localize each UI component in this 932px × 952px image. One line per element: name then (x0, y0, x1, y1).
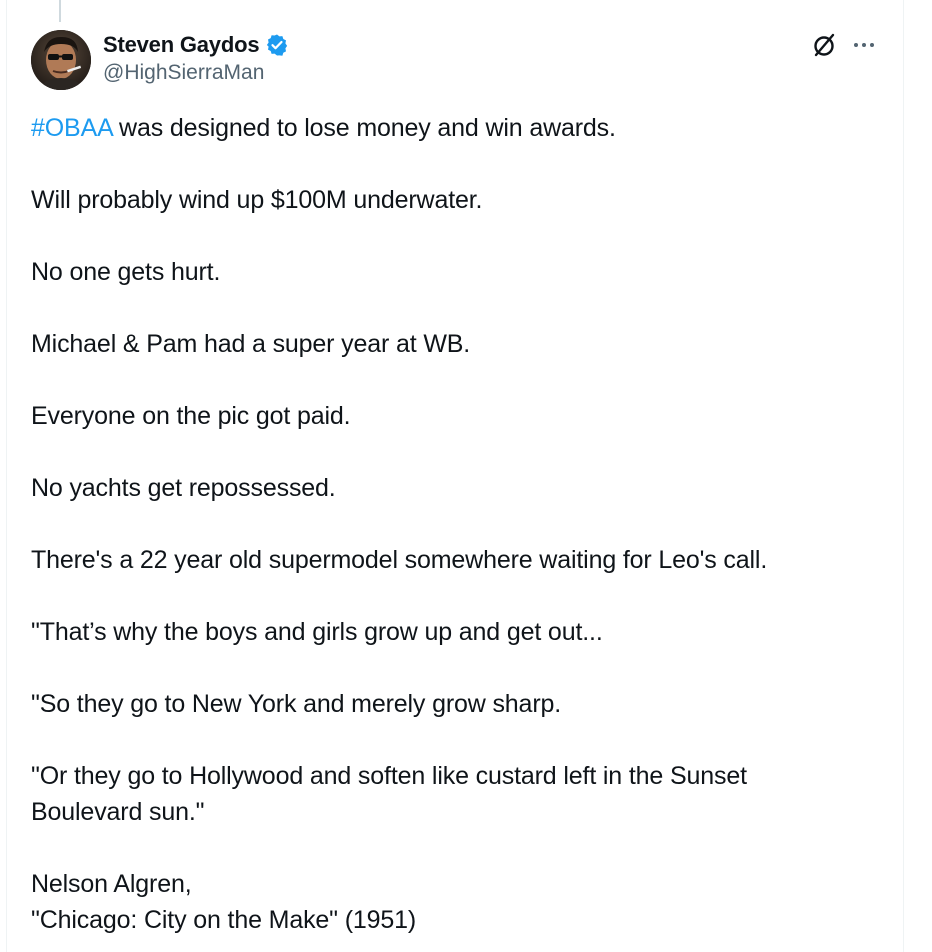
tweet-line-1: #OBAA was designed to lose money and win… (31, 110, 891, 146)
avatar[interactable] (31, 30, 91, 90)
tweet-line-2: Will probably wind up $100M underwater. (31, 186, 483, 214)
author-handle[interactable]: @HighSierraMan (103, 61, 289, 85)
more-dots-icon[interactable] (849, 33, 879, 57)
tweet-line-11a: Nelson Algren, (31, 870, 192, 898)
grok-slash-circle-icon[interactable] (809, 30, 839, 60)
tweet-quote-paragraph: "Or they go to Hollywood and soften like… (31, 758, 891, 830)
hashtag-link[interactable]: #OBAA (31, 114, 112, 142)
tweet-line-1-text: was designed to lose money and win award… (112, 114, 616, 142)
thread-connector-line (59, 0, 61, 22)
tweet-line-10b: Boulevard sun." (31, 798, 205, 826)
profile-photo-icon (31, 30, 91, 90)
author-display-name[interactable]: Steven Gaydos (103, 32, 260, 58)
tweet-text: #OBAA was designed to lose money and win… (31, 110, 891, 952)
tweet-line-4: Michael & Pam had a super year at WB. (31, 330, 471, 358)
column-border-left (6, 0, 7, 952)
tweet-line-3: No one gets hurt. (31, 258, 221, 286)
tweet-line-6: No yachts get repossessed. (31, 474, 336, 502)
column-border-right (903, 0, 904, 952)
name-row: Steven Gaydos (103, 30, 289, 60)
verified-badge-icon[interactable] (265, 33, 289, 57)
tweet-header: Steven Gaydos @HighSierraMan (103, 30, 289, 85)
tweet-line-7: There's a 22 year old supermodel somewhe… (31, 546, 768, 574)
tweet-line-11b: "Chicago: City on the Make" (1951) (31, 906, 417, 934)
tweet-line-9: "So they go to New York and merely grow … (31, 690, 562, 718)
tweet-page: Steven Gaydos @HighSierraMan #OBAA was d… (0, 0, 932, 952)
tweet-line-5: Everyone on the pic got paid. (31, 402, 351, 430)
tweet-attribution: Nelson Algren, "Chicago: City on the Make… (31, 866, 891, 938)
tweet-line-8: "That’s why the boys and girls grow up a… (31, 618, 603, 646)
tweet-line-10a: "Or they go to Hollywood and soften like… (31, 762, 747, 790)
